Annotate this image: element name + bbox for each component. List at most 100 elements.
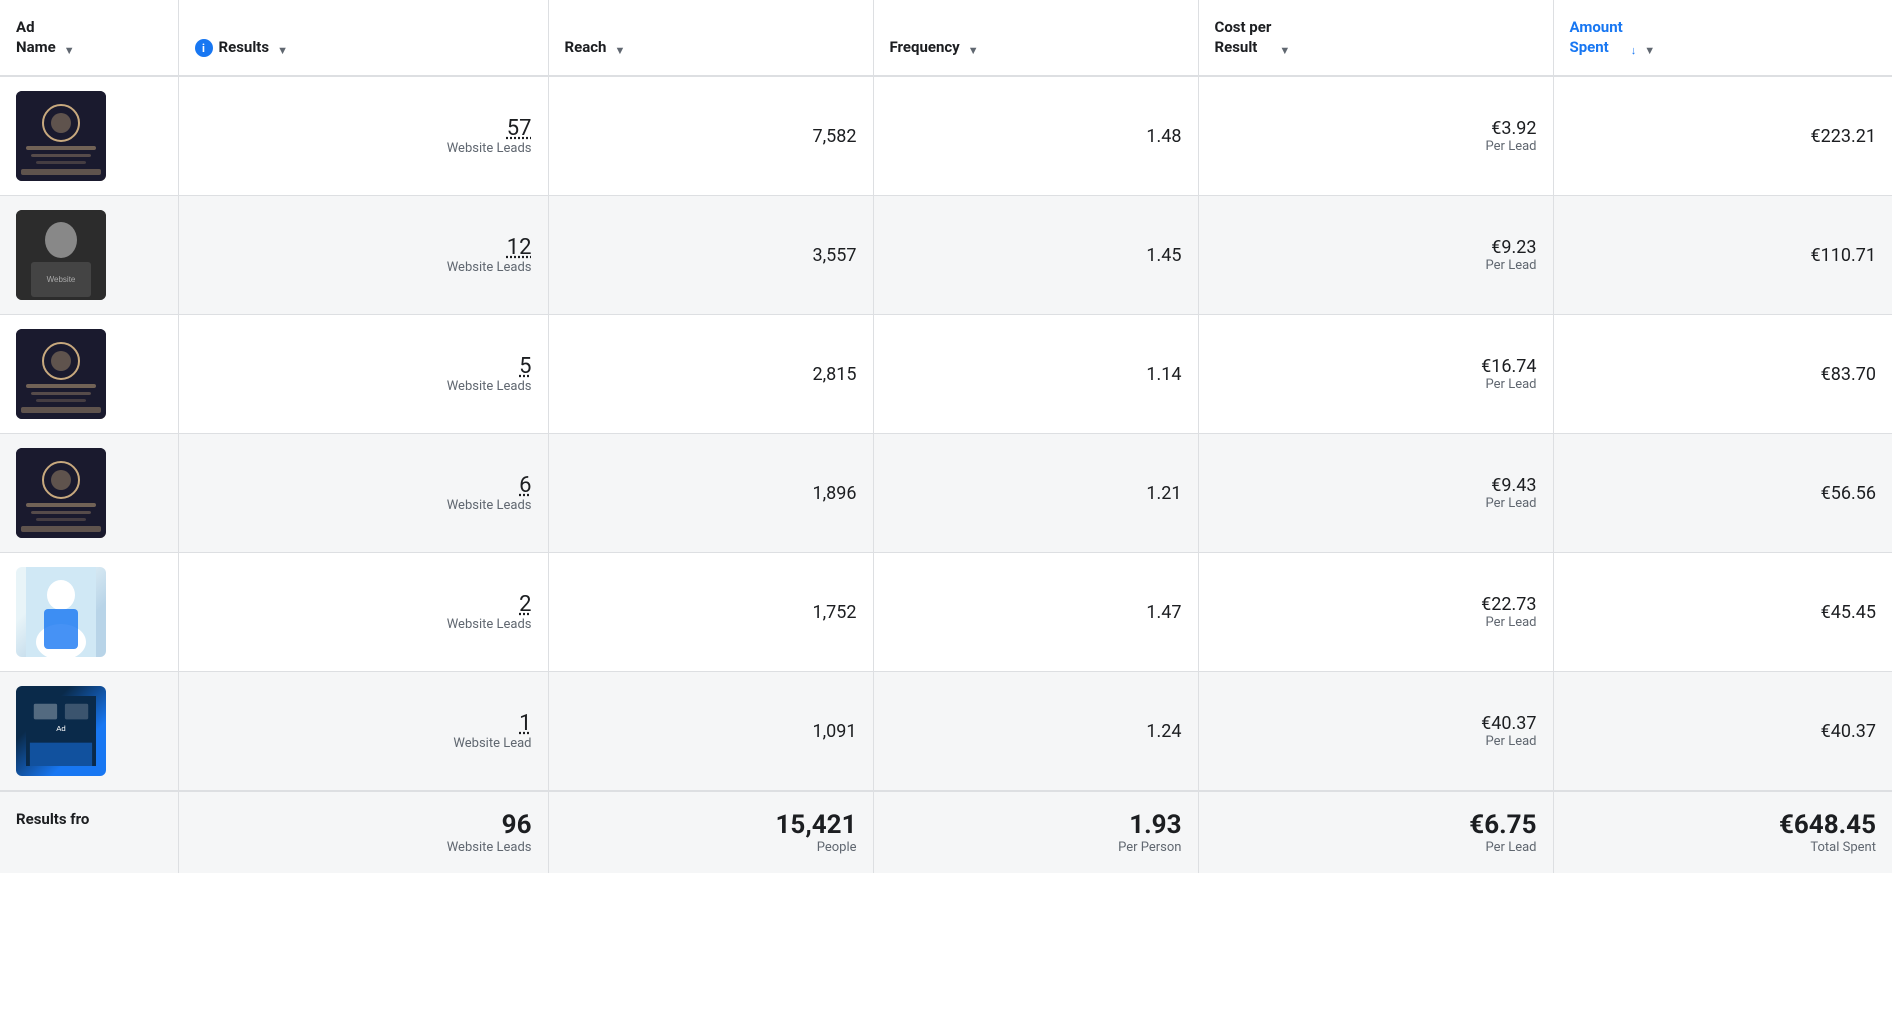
footer-row: Results fro 96 Website Leads 15,421 Peop… xyxy=(0,791,1892,873)
ad-svg xyxy=(16,91,106,181)
amount-cell: €223.21 xyxy=(1553,76,1892,196)
adname-cell xyxy=(0,553,178,672)
frequency-sort-icon[interactable]: ▼ xyxy=(968,44,979,57)
cpr-amount: €9.23 xyxy=(1215,237,1537,258)
cpr-sort-icon[interactable]: ▼ xyxy=(1279,44,1290,57)
cpr-label: Per Lead xyxy=(1215,496,1537,511)
footer-frequency: 1.93 xyxy=(890,810,1182,840)
col-header-reach[interactable]: Reach ▼ xyxy=(548,0,873,76)
amount-cell: €83.70 xyxy=(1553,315,1892,434)
reach-cell: 3,557 xyxy=(548,196,873,315)
svg-text:Ad: Ad xyxy=(56,724,66,733)
col-header-amount[interactable]: AmountSpent ↓ ▼ xyxy=(1553,0,1892,76)
results-cell: 2 Website Leads xyxy=(178,553,548,672)
table-row: 2 Website Leads 1,7521.47 €22.73 Per Lea… xyxy=(0,553,1892,672)
results-number: 5 xyxy=(195,354,532,379)
frequency-label: Frequency xyxy=(890,38,960,58)
footer-adname-cell: Results fro xyxy=(0,791,178,873)
amount-sort-icon-2[interactable]: ▼ xyxy=(1644,44,1655,57)
results-type: Website Leads xyxy=(195,617,532,632)
ad-svg xyxy=(16,329,106,419)
cpr-label: Cost perResult xyxy=(1215,18,1272,57)
person-svg: Ad xyxy=(26,686,96,776)
amount-label: AmountSpent xyxy=(1570,18,1623,57)
results-cell: 6 Website Leads xyxy=(178,434,548,553)
reach-cell: 1,752 xyxy=(548,553,873,672)
footer-amount: €648.45 xyxy=(1570,810,1877,840)
reach-label: Reach xyxy=(565,38,607,58)
cpr-amount: €9.43 xyxy=(1215,475,1537,496)
adname-cell xyxy=(0,434,178,553)
reach-cell: 2,815 xyxy=(548,315,873,434)
col-header-cpr[interactable]: Cost perResult ▼ xyxy=(1198,0,1553,76)
results-number: 1 xyxy=(195,711,532,736)
footer-reach-sublabel: People xyxy=(565,840,857,855)
adname-cell: Website xyxy=(0,196,178,315)
footer-results-cell: 96 Website Leads xyxy=(178,791,548,873)
reach-cell: 7,582 xyxy=(548,76,873,196)
results-sort-icon[interactable]: ▼ xyxy=(277,44,288,57)
cpr-label: Per Lead xyxy=(1215,734,1537,749)
footer-amount-sublabel: Total Spent xyxy=(1570,840,1877,855)
footer-reach: 15,421 xyxy=(565,810,857,840)
footer-cpr-cell: €6.75 Per Lead xyxy=(1198,791,1553,873)
adname-cell xyxy=(0,76,178,196)
cpr-amount: €16.74 xyxy=(1215,356,1537,377)
results-type: Website Leads xyxy=(195,498,532,513)
cpr-cell: €9.43 Per Lead xyxy=(1198,434,1553,553)
cpr-amount: €3.92 xyxy=(1215,118,1537,139)
frequency-cell: 1.21 xyxy=(873,434,1198,553)
header-row: AdName ▼ i Results ▼ Reach ▼ xyxy=(0,0,1892,76)
results-number: 12 xyxy=(195,235,532,260)
cpr-cell: €22.73 Per Lead xyxy=(1198,553,1553,672)
amount-sort-icon[interactable]: ↓ xyxy=(1631,44,1637,57)
results-cell: 5 Website Leads xyxy=(178,315,548,434)
results-cell: 12 Website Leads xyxy=(178,196,548,315)
reach-sort-icon[interactable]: ▼ xyxy=(614,44,625,57)
results-number: 57 xyxy=(195,116,532,141)
footer-reach-cell: 15,421 People xyxy=(548,791,873,873)
reach-cell: 1,091 xyxy=(548,672,873,792)
table-row: Website 12 Website Leads 3,5571.45 €9.23… xyxy=(0,196,1892,315)
adname-cell xyxy=(0,315,178,434)
cpr-amount: €22.73 xyxy=(1215,594,1537,615)
col-header-frequency[interactable]: Frequency ▼ xyxy=(873,0,1198,76)
results-cell: 57 Website Leads xyxy=(178,76,548,196)
ad-thumbnail: Website xyxy=(16,210,106,300)
ad-thumbnail xyxy=(16,91,106,181)
results-type: Website Leads xyxy=(195,141,532,156)
cpr-label: Per Lead xyxy=(1215,377,1537,392)
adname-sort-icon[interactable]: ▼ xyxy=(64,44,75,57)
footer-frequency-sublabel: Per Person xyxy=(890,840,1182,855)
col-header-adname[interactable]: AdName ▼ xyxy=(0,0,178,76)
footer-results-label: Website Leads xyxy=(195,840,532,855)
ads-table: AdName ▼ i Results ▼ Reach ▼ xyxy=(0,0,1892,873)
ad-svg: Website xyxy=(16,210,106,300)
footer-label: Results fro xyxy=(16,810,89,828)
table-row: 6 Website Leads 1,8961.21 €9.43 Per Lead… xyxy=(0,434,1892,553)
col-header-results[interactable]: i Results ▼ xyxy=(178,0,548,76)
results-label: Results xyxy=(219,38,270,58)
reach-cell: 1,896 xyxy=(548,434,873,553)
cpr-label: Per Lead xyxy=(1215,258,1537,273)
frequency-cell: 1.47 xyxy=(873,553,1198,672)
table-row: 5 Website Leads 2,8151.14 €16.74 Per Lea… xyxy=(0,315,1892,434)
results-number: 2 xyxy=(195,592,532,617)
cpr-cell: €3.92 Per Lead xyxy=(1198,76,1553,196)
results-type: Website Lead xyxy=(195,736,532,751)
adname-label: AdName xyxy=(16,18,56,57)
svg-text:Website: Website xyxy=(47,275,76,284)
frequency-cell: 1.45 xyxy=(873,196,1198,315)
amount-cell: €40.37 xyxy=(1553,672,1892,792)
ad-thumbnail xyxy=(16,448,106,538)
adname-cell: Ad xyxy=(0,672,178,792)
frequency-cell: 1.48 xyxy=(873,76,1198,196)
frequency-cell: 1.14 xyxy=(873,315,1198,434)
footer-frequency-cell: 1.93 Per Person xyxy=(873,791,1198,873)
footer-results-number: 96 xyxy=(195,810,532,840)
table-container: AdName ▼ i Results ▼ Reach ▼ xyxy=(0,0,1892,1032)
results-info-icon[interactable]: i xyxy=(195,39,213,57)
table-row: Ad 1 Website Lead 1,0911.24 €40.37 Per L… xyxy=(0,672,1892,792)
results-cell: 1 Website Lead xyxy=(178,672,548,792)
amount-cell: €110.71 xyxy=(1553,196,1892,315)
